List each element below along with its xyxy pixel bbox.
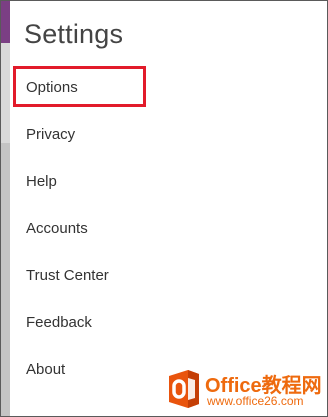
settings-panel: Settings Options Privacy Help Accounts T…	[10, 1, 327, 416]
menu-item-options[interactable]: Options	[26, 79, 78, 96]
menu-item-privacy[interactable]: Privacy	[26, 126, 75, 143]
menu-item-help[interactable]: Help	[26, 173, 57, 190]
office-logo-icon	[169, 370, 199, 408]
site-watermark: Office教程网 www.office26.com	[167, 364, 327, 416]
menu-item-accounts[interactable]: Accounts	[26, 220, 88, 237]
menu-item-trust-center[interactable]: Trust Center	[26, 267, 109, 284]
watermark-url: www.office26.com	[207, 394, 304, 408]
menu-item-feedback[interactable]: Feedback	[26, 314, 92, 331]
background-shadow	[1, 143, 10, 416]
app-accent-strip	[1, 1, 10, 43]
page-title: Settings	[24, 19, 124, 49]
menu-item-about[interactable]: About	[26, 361, 65, 378]
settings-window: Settings Options Privacy Help Accounts T…	[0, 0, 328, 417]
background-app-edge	[1, 43, 10, 416]
